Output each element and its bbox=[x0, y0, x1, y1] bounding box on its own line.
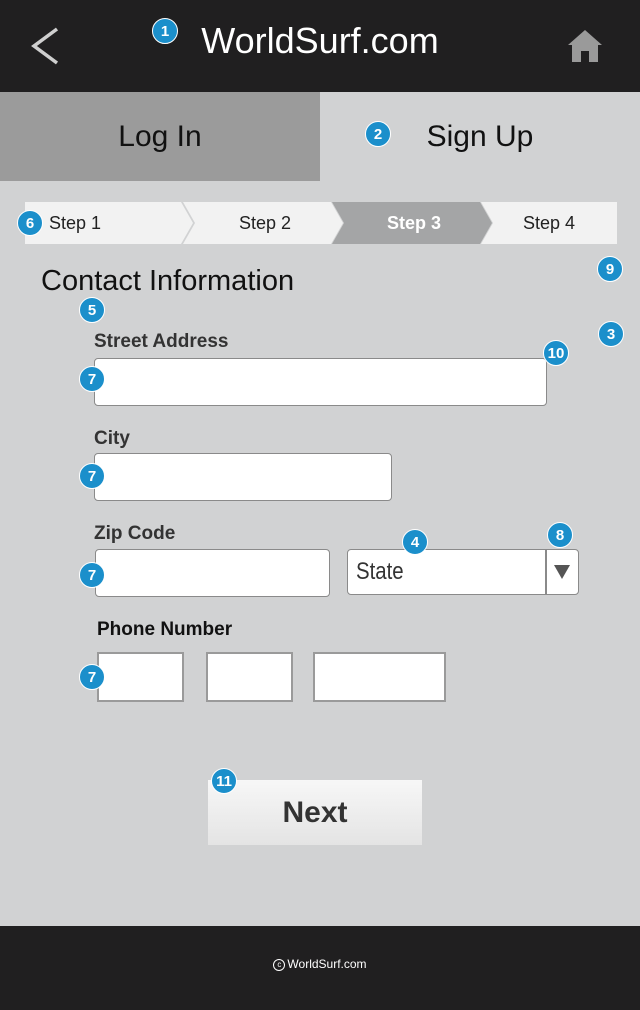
zip-code-input[interactable] bbox=[95, 549, 330, 597]
step-2[interactable]: Step 2 bbox=[183, 202, 347, 244]
tab-log-in[interactable]: Log In bbox=[0, 92, 320, 181]
city-label: City bbox=[94, 428, 130, 449]
annotation-badge: 8 bbox=[547, 522, 573, 548]
annotation-badge: 7 bbox=[79, 664, 105, 690]
phone-prefix-input[interactable] bbox=[206, 652, 293, 702]
city-input[interactable] bbox=[94, 453, 392, 501]
home-button[interactable] bbox=[566, 28, 604, 64]
annotation-badge: 11 bbox=[211, 768, 237, 794]
next-button[interactable]: Next bbox=[208, 780, 422, 845]
street-address-input[interactable] bbox=[94, 358, 547, 406]
step-4[interactable]: Step 4 bbox=[481, 202, 617, 244]
footer: c WorldSurf.com bbox=[0, 926, 640, 1010]
phone-area-code-input[interactable] bbox=[97, 652, 184, 702]
signup-form-panel: Step 1 Step 2 Step 3 Step 4 Contact Info… bbox=[0, 181, 640, 926]
dropdown-arrow-icon[interactable] bbox=[554, 565, 570, 579]
annotation-badge: 1 bbox=[152, 18, 178, 44]
auth-tabs: Log In Sign Up bbox=[0, 92, 640, 181]
copyright-icon: c bbox=[273, 959, 286, 971]
copyright-label: WorldSurf.com bbox=[287, 957, 367, 971]
zip-code-label: Zip Code bbox=[94, 523, 176, 544]
step-label: Step 2 bbox=[238, 213, 292, 233]
step-label: Step 3 bbox=[386, 213, 442, 233]
step-progress: Step 1 Step 2 Step 3 Step 4 bbox=[25, 202, 617, 244]
annotation-badge: 3 bbox=[598, 321, 624, 347]
annotation-badge: 10 bbox=[543, 340, 569, 366]
home-icon bbox=[568, 30, 602, 62]
step-3[interactable]: Step 3 bbox=[332, 202, 496, 244]
top-bar: WorldSurf.com bbox=[0, 0, 640, 92]
annotation-badge: 2 bbox=[365, 121, 391, 147]
copyright-text: c WorldSurf.com bbox=[0, 957, 640, 971]
annotation-badge: 7 bbox=[79, 463, 105, 489]
annotation-badge: 4 bbox=[402, 529, 428, 555]
step-label: Step 4 bbox=[522, 213, 576, 233]
annotation-badge: 5 bbox=[79, 297, 105, 323]
step-1[interactable]: Step 1 bbox=[25, 202, 195, 244]
state-select-value: State bbox=[356, 558, 404, 585]
phone-line-input[interactable] bbox=[313, 652, 446, 702]
annotation-badge: 7 bbox=[79, 366, 105, 392]
street-address-label: Street Address bbox=[94, 331, 229, 352]
section-title: Contact Information bbox=[41, 265, 295, 297]
state-select[interactable]: State bbox=[347, 549, 579, 595]
annotation-badge: 9 bbox=[597, 256, 623, 282]
app-title: WorldSurf.com bbox=[201, 20, 439, 61]
annotation-badge: 6 bbox=[17, 210, 43, 236]
select-divider bbox=[545, 550, 547, 594]
annotation-badge: 7 bbox=[79, 562, 105, 588]
phone-number-label: Phone Number bbox=[97, 619, 233, 640]
